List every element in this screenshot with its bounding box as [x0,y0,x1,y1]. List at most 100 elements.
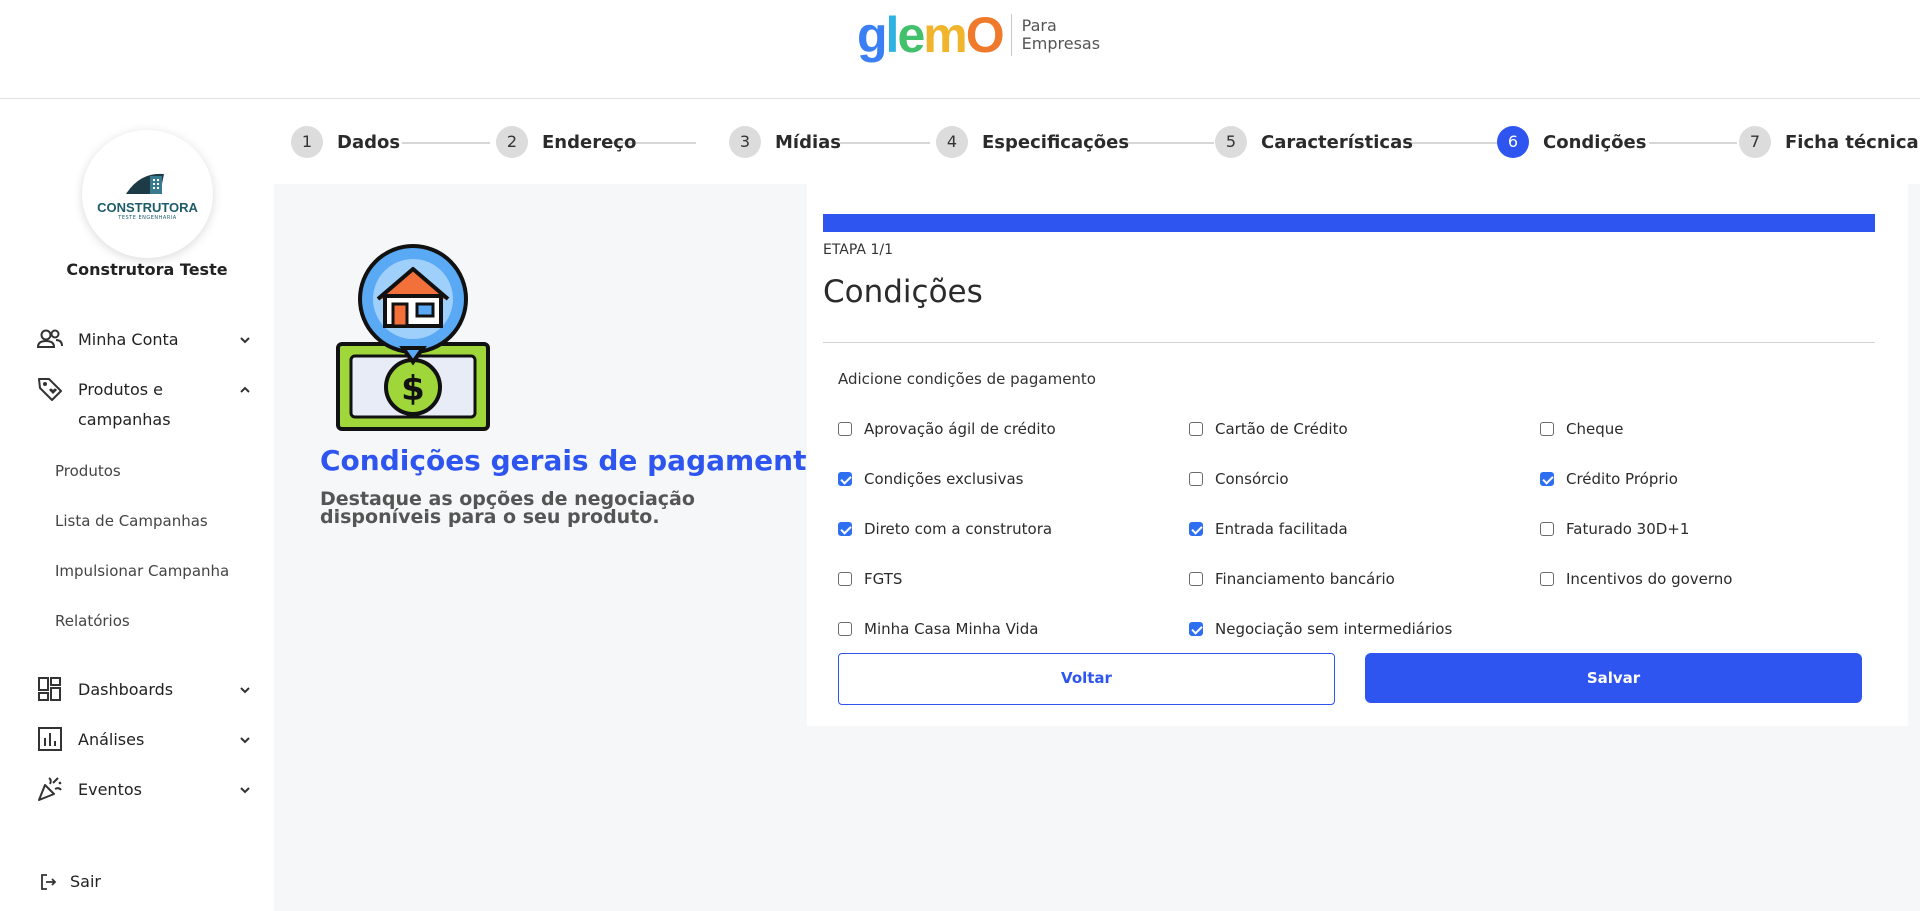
checkbox-cartao-credito[interactable]: Cartão de Crédito [1189,420,1348,438]
checkbox-aprovacao-agil[interactable]: Aprovação ágil de crédito [838,420,1056,438]
checkbox-box[interactable] [1189,472,1203,486]
step-number: 6 [1497,126,1529,158]
checkbox-box[interactable] [1189,522,1203,536]
divider [823,342,1875,343]
chevron-down-icon [240,337,250,344]
sub-item-impulsionar-campanha[interactable]: Impulsionar Campanha [55,562,229,580]
chevron-down-icon [240,687,250,694]
logout-button[interactable]: Sair [40,872,101,891]
checkbox-box[interactable] [1540,522,1554,536]
checkbox-box[interactable] [838,622,852,636]
checkbox-box[interactable] [1189,572,1203,586]
nav-label: Produtos e campanhas [78,380,171,429]
checkbox-credito-proprio[interactable]: Crédito Próprio [1540,470,1678,488]
step-indicator: ETAPA 1/1 [823,242,893,258]
avatar-tagline: TESTE ENGENHARIA [118,214,177,221]
checkbox-fgts[interactable]: FGTS [838,570,902,588]
checkbox-label: Direto com a construtora [864,520,1053,538]
checkbox-label: Financiamento bancário [1215,570,1395,588]
avatar-company-text: CONSTRUTORA [97,199,198,215]
step-especificacoes[interactable]: 4 Especificações [936,126,1129,158]
step-label: Dados [337,131,401,153]
step-connector [1649,142,1737,144]
checkbox-label: Incentivos do governo [1566,570,1733,588]
logout-label: Sair [70,872,101,891]
back-button[interactable]: Voltar [838,653,1335,705]
checkbox-label: Aprovação ágil de crédito [864,420,1056,438]
step-condicoes[interactable]: 6 Condições [1497,126,1646,158]
step-number: 2 [496,126,528,158]
checkbox-label: Minha Casa Minha Vida [864,620,1039,638]
step-connector [840,142,930,144]
nav-produtos-campanhas[interactable]: Produtos e campanhas [36,375,256,435]
checkbox-consorcio[interactable]: Consórcio [1189,470,1289,488]
checkbox-negociacao-sem-intermediarios[interactable]: Negociação sem intermediários [1189,620,1452,638]
checkbox-box[interactable] [1540,422,1554,436]
step-ficha-tecnica[interactable]: 7 Ficha técnica [1739,126,1919,158]
checkbox-cheque[interactable]: Cheque [1540,420,1623,438]
nav-minha-conta[interactable]: Minha Conta [36,325,256,355]
checkbox-box[interactable] [1540,572,1554,586]
checkbox-box[interactable] [838,422,852,436]
checkbox-box[interactable] [1540,472,1554,486]
sub-item-lista-campanhas[interactable]: Lista de Campanhas [55,512,208,530]
top-header: glemO Para Empresas [0,0,1920,99]
building-logo-icon [125,173,164,194]
form-title: Condições [823,274,983,310]
save-button[interactable]: Salvar [1365,653,1862,703]
section-label: Adicione condições de pagamento [838,370,1096,388]
progress-bar [823,214,1875,232]
glemo-logo[interactable]: glemO Para Empresas [857,10,1100,60]
step-endereco[interactable]: 2 Endereço [496,126,636,158]
company-avatar[interactable]: CONSTRUTORA TESTE ENGENHARIA [82,130,213,258]
step-number: 7 [1739,126,1771,158]
info-subtitle: Destaque as opções de negociação disponí… [320,488,695,528]
tag-icon [38,378,62,401]
step-connector [1121,142,1214,144]
step-number: 5 [1215,126,1247,158]
checkbox-label: FGTS [864,570,903,588]
checkbox-box[interactable] [838,472,852,486]
checkbox-label: Crédito Próprio [1566,470,1678,488]
checkbox-label: Negociação sem intermediários [1215,620,1453,638]
step-number: 3 [729,126,761,158]
checkbox-minha-casa-minha-vida[interactable]: Minha Casa Minha Vida [838,620,1038,638]
checkbox-box[interactable] [838,522,852,536]
logo-divider [1010,14,1012,56]
step-label: Especificações [982,131,1130,153]
checkbox-faturado-30d[interactable]: Faturado 30D+1 [1540,520,1689,538]
sub-item-produtos[interactable]: Produtos [55,462,121,480]
checkbox-financiamento-bancario[interactable]: Financiamento bancário [1189,570,1395,588]
step-midias[interactable]: 3 Mídias [729,126,841,158]
nav-dashboards[interactable]: Dashboards [36,675,256,705]
checkbox-label: Consórcio [1215,470,1289,488]
company-name: Construtora Teste [66,260,228,279]
chevron-up-icon [240,386,250,393]
dashboard-icon [38,677,61,701]
checkbox-label: Faturado 30D+1 [1566,520,1690,538]
info-title: Condições gerais de pagamento [320,444,826,477]
checkbox-box[interactable] [1189,422,1203,436]
step-connector [1409,142,1499,144]
nav-label: Eventos [78,780,142,799]
step-dados[interactable]: 1 Dados [291,126,400,158]
chevron-down-icon [240,737,250,744]
logo-wordmark: glemO [857,7,1005,63]
conditions-form-card: ETAPA 1/1 Condições Adicione condições d… [807,184,1908,726]
step-label: Mídias [775,131,841,153]
nav-analises[interactable]: Análises [36,725,256,755]
checkbox-entrada-facilitada[interactable]: Entrada facilitada [1189,520,1348,538]
nav-eventos[interactable]: Eventos [36,775,256,805]
checkbox-label: Cheque [1566,420,1624,438]
step-caracteristicas[interactable]: 5 Características [1215,126,1413,158]
house-money-illustration: $ [336,244,490,431]
nav-label: Minha Conta [78,330,179,349]
checkbox-box[interactable] [838,572,852,586]
checkbox-condicoes-exclusivas[interactable]: Condições exclusivas [838,470,1023,488]
step-label: Endereço [542,131,637,153]
sub-item-relatorios[interactable]: Relatórios [55,612,130,630]
checkbox-box[interactable] [1189,622,1203,636]
checkbox-direto-construtora[interactable]: Direto com a construtora [838,520,1052,538]
checkbox-incentivos-governo[interactable]: Incentivos do governo [1540,570,1732,588]
nav-label: Dashboards [78,680,174,699]
